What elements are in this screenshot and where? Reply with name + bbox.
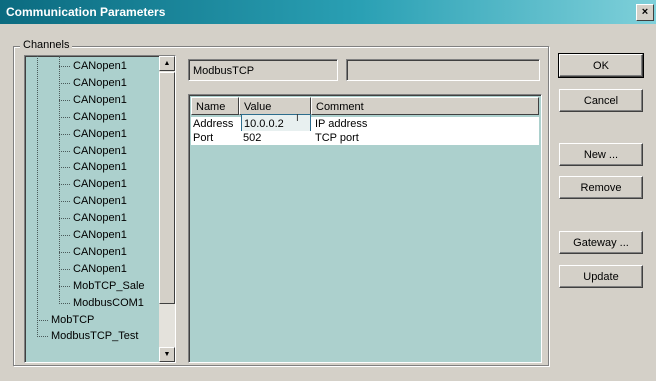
tree-connector-line <box>59 268 70 270</box>
tree-connector-line <box>59 150 70 152</box>
tree-connector-line <box>59 133 70 135</box>
column-header-name[interactable]: Name <box>191 97 239 115</box>
tree-item[interactable]: CANopen1 <box>59 109 127 125</box>
update-button[interactable]: Update <box>559 265 643 288</box>
tree-connector-line <box>59 82 70 84</box>
tree-connector-line <box>59 167 70 169</box>
tree-item[interactable]: CANopen1 <box>59 75 127 91</box>
scroll-up-icon[interactable]: ▲ <box>159 56 175 71</box>
tree-connector-line <box>59 218 70 220</box>
tree-item[interactable]: CANopen1 <box>59 143 127 159</box>
table-row[interactable]: Address 10.0.0.2 IP address <box>191 114 539 134</box>
tree-item[interactable]: ModbusCOM1 <box>59 295 144 311</box>
tree-item[interactable]: CANopen1 <box>59 126 127 142</box>
tree-connector-line <box>59 184 70 186</box>
title-bar: Communication Parameters × <box>0 0 656 24</box>
channel-info-field <box>346 59 540 81</box>
tree-connector-line <box>59 302 70 304</box>
tree-scrollbar[interactable]: ▲ ▼ <box>159 56 175 362</box>
tree-item[interactable]: CANopen1 <box>59 244 127 260</box>
scroll-down-icon[interactable]: ▼ <box>159 347 175 362</box>
tree-connector-line <box>59 251 70 253</box>
tree-connector-line <box>59 99 70 101</box>
gateway-button[interactable]: Gateway ... <box>559 231 643 254</box>
column-header-comment[interactable]: Comment <box>311 97 539 115</box>
channels-legend: Channels <box>20 39 73 51</box>
param-value[interactable]: 502 <box>241 131 313 145</box>
close-icon[interactable]: × <box>636 4 654 21</box>
tree-item[interactable]: CANopen1 <box>59 261 127 277</box>
tree-item[interactable]: MobTCP <box>37 312 94 328</box>
tree-item[interactable]: CANopen1 <box>59 210 127 226</box>
new-button[interactable]: New ... <box>559 143 643 166</box>
table-row[interactable]: Port 502 TCP port <box>191 131 539 145</box>
ok-button[interactable]: OK <box>558 53 644 78</box>
tree-item[interactable]: CANopen1 <box>59 193 127 209</box>
tree-item[interactable]: CANopen1 <box>59 92 127 108</box>
param-comment: TCP port <box>315 132 359 144</box>
tree-connector-line <box>59 235 70 236</box>
window-title: Communication Parameters <box>6 5 166 19</box>
channel-tree[interactable]: CANopen1 CANopen1 CANopen1 CANopen1 CANopen1… <box>24 55 176 363</box>
remove-button[interactable]: Remove <box>559 176 643 199</box>
tree-item[interactable]: ModbusTCP_Test <box>37 328 138 344</box>
parameter-grid[interactable]: Name Value Comment Address 10.0.0.2 IP a… <box>188 94 542 363</box>
text-cursor-icon: I <box>296 113 299 124</box>
tree-item[interactable]: CANopen1 <box>59 58 127 74</box>
tree-item[interactable]: CANopen1 <box>59 227 127 243</box>
cancel-button[interactable]: Cancel <box>559 89 643 112</box>
param-name: Address <box>193 118 234 130</box>
param-name: Port <box>193 132 214 144</box>
tree-connector-line <box>37 56 38 338</box>
tree-connector-line <box>59 116 70 118</box>
tree-item[interactable]: MobTCP_Sale <box>59 278 145 294</box>
tree-connector-line <box>59 56 60 304</box>
tree-connector-line <box>59 201 70 203</box>
param-comment: IP address <box>315 118 368 130</box>
tree-connector-line <box>37 336 48 338</box>
tree-connector-line <box>59 66 70 67</box>
tree-item[interactable]: CANopen1 <box>59 176 127 192</box>
channel-name-field: ModbusTCP <box>188 59 338 81</box>
tree-item[interactable]: CANopen1 <box>59 159 127 175</box>
scroll-thumb[interactable] <box>159 72 175 304</box>
tree-connector-line <box>59 285 70 287</box>
tree-connector-line <box>37 319 48 321</box>
